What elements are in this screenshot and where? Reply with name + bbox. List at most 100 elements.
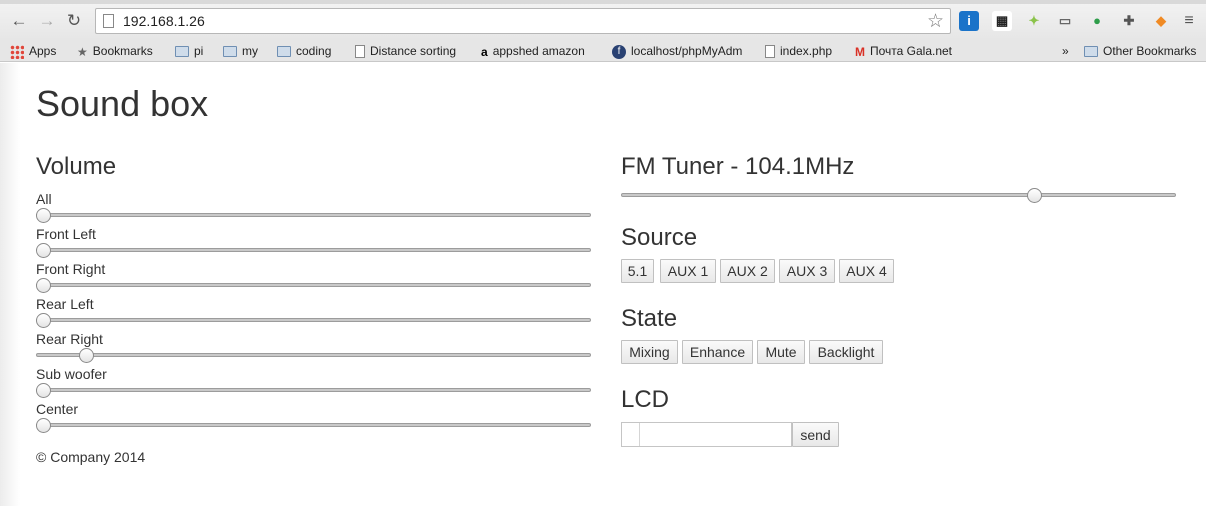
browser-toolbar: ← → ↻ 192.168.1.26 ☆ i ▦ ✦ ▭ ● ✚ ◆ ≡ <box>0 0 1206 40</box>
slider-thumb[interactable] <box>36 313 51 328</box>
state-button[interactable]: Mixing <box>621 340 678 364</box>
gmail-icon: M <box>855 44 865 59</box>
volume-label: Rear Left <box>36 296 94 312</box>
volume-label: All <box>36 191 52 207</box>
source-button[interactable]: AUX 2 <box>720 259 775 283</box>
volume-slider[interactable] <box>36 313 591 328</box>
volume-slider[interactable] <box>36 383 591 398</box>
footer-copyright: © Company 2014 <box>36 449 146 465</box>
folder-icon <box>1084 46 1098 58</box>
file-icon <box>765 45 775 59</box>
state-button[interactable]: Enhance <box>682 340 753 364</box>
fedora-icon: f <box>612 44 626 59</box>
back-button[interactable]: ← <box>10 12 28 30</box>
evernote-ext-icon[interactable]: ● <box>1087 11 1107 31</box>
slider-track <box>621 193 1176 197</box>
bookmark-gala-mail[interactable]: M Почта Gala.net <box>855 42 952 60</box>
volume-slider[interactable] <box>36 208 591 223</box>
bookmark-label: localhost/phpMyAdm <box>631 44 743 58</box>
slider-thumb[interactable] <box>36 243 51 258</box>
bookmark-my[interactable]: my <box>223 42 258 60</box>
slider-track <box>36 423 591 427</box>
forward-button[interactable]: → <box>38 12 56 30</box>
android-ext-icon[interactable]: ✦ <box>1024 11 1044 31</box>
bookmark-label: pi <box>194 44 204 58</box>
bookmark-label: appshed amazon <box>492 44 585 58</box>
volume-heading: Volume <box>36 153 117 180</box>
bookmark-label: Distance sorting <box>370 44 457 58</box>
source-button[interactable]: 5.1 <box>621 259 654 283</box>
slider-thumb[interactable] <box>36 208 51 223</box>
info-ext-icon[interactable]: i <box>959 11 979 31</box>
volume-slider[interactable] <box>36 348 591 363</box>
slider-track <box>36 283 591 287</box>
volume-slider[interactable] <box>36 278 591 293</box>
source-button[interactable]: AUX 1 <box>660 259 716 283</box>
bookmark-distance-sorting[interactable]: Distance sorting <box>355 42 456 60</box>
qr-ext-icon[interactable]: ▦ <box>992 11 1012 31</box>
bookmark-star-icon[interactable]: ☆ <box>927 10 944 33</box>
volume-label: Rear Right <box>36 331 103 347</box>
state-heading: State <box>621 305 678 332</box>
star-icon: ★ <box>77 44 88 59</box>
bookmark-label: index.php <box>780 44 833 58</box>
slider-thumb[interactable] <box>79 348 95 363</box>
source-button[interactable]: AUX 3 <box>779 259 835 283</box>
tuner-heading: FM Tuner - 104.1MHz <box>621 153 855 180</box>
source-button[interactable]: AUX 4 <box>839 259 894 283</box>
address-url[interactable]: 192.168.1.26 <box>123 13 205 29</box>
slider-thumb[interactable] <box>36 383 51 398</box>
state-button[interactable]: Backlight <box>809 340 883 364</box>
source-heading: Source <box>621 224 698 251</box>
volume-slider[interactable] <box>36 418 591 433</box>
bookmark-other-bookmarks[interactable]: Other Bookmarks <box>1084 42 1196 60</box>
volume-label: Center <box>36 401 79 417</box>
slider-track <box>36 248 591 252</box>
lcd-heading: LCD <box>621 386 670 413</box>
folder-icon <box>175 46 189 58</box>
tuner-slider[interactable] <box>621 188 1176 203</box>
bookmark-label: Почта Gala.net <box>870 44 953 58</box>
volume-slider[interactable] <box>36 243 591 258</box>
tab-strip <box>0 0 1206 4</box>
bookmark-coding[interactable]: coding <box>277 42 331 60</box>
menu-icon[interactable]: ≡ <box>1180 12 1198 30</box>
bookmark-bookmarks[interactable]: ★ Bookmarks <box>77 42 153 60</box>
lcd-input-addon <box>622 423 640 446</box>
antenna-ext-icon[interactable]: ✚ <box>1119 11 1139 31</box>
volume-label: Front Left <box>36 226 96 242</box>
bookmark-label: Other Bookmarks <box>1103 44 1197 58</box>
bookmark-appshed-amazon[interactable]: a appshed amazon <box>481 42 585 60</box>
address-bar[interactable]: 192.168.1.26 ☆ <box>95 8 951 34</box>
bookmark-label: coding <box>296 44 332 58</box>
slider-track <box>36 213 591 217</box>
slider-track <box>36 388 591 392</box>
bookmark-label: Apps <box>29 44 57 58</box>
page-icon <box>103 14 114 28</box>
slider-track <box>36 353 591 357</box>
slider-thumb[interactable] <box>36 278 51 293</box>
bookmark-pi[interactable]: pi <box>175 42 203 60</box>
slider-thumb[interactable] <box>1026 188 1042 203</box>
folder-icon <box>223 46 237 58</box>
state-button[interactable]: Mute <box>757 340 805 364</box>
page-title: Sound box <box>36 83 209 124</box>
lcd-send-button[interactable]: send <box>792 422 839 447</box>
page-edge <box>0 63 20 506</box>
bookmark-label: my <box>242 44 258 58</box>
bookmarks-bar: Apps ★ Bookmarks pi my coding Distance so… <box>0 40 1206 62</box>
reload-button[interactable]: ↻ <box>65 12 83 30</box>
volume-label: Front Right <box>36 261 106 277</box>
file-icon <box>355 45 365 59</box>
amazon-icon: a <box>481 44 488 59</box>
bookmarks-overflow-button[interactable]: » <box>1062 42 1069 60</box>
bookmark-label: Bookmarks <box>92 44 153 58</box>
bookmark-apps[interactable]: Apps <box>10 42 56 60</box>
bookmark-index-php[interactable]: index.php <box>765 42 832 60</box>
fox-ext-icon[interactable]: ◆ <box>1151 11 1171 31</box>
bookmark-phpmyadmin[interactable]: f localhost/phpMyAdm <box>612 42 742 60</box>
cast-ext-icon[interactable]: ▭ <box>1055 11 1075 31</box>
slider-thumb[interactable] <box>36 418 51 433</box>
volume-label: Sub woofer <box>36 366 107 382</box>
lcd-text-input[interactable] <box>621 422 792 447</box>
